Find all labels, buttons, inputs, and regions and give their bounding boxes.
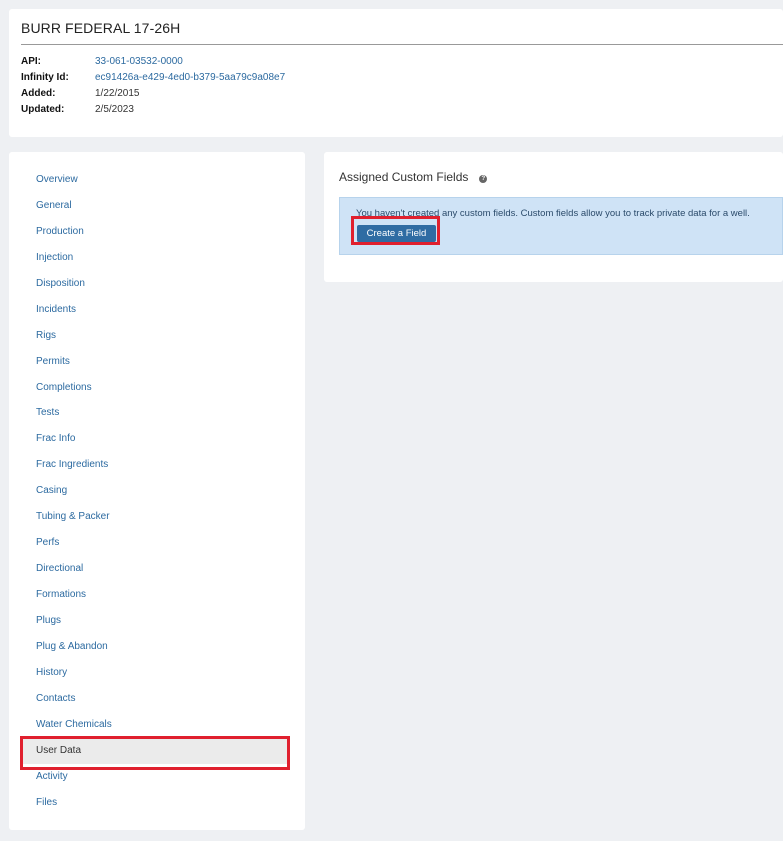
nav-item-plug-abandon[interactable]: Plug & Abandon (21, 634, 289, 660)
section-nav-card: Overview General Production Injection Dispos… (9, 152, 305, 830)
well-header-card: BURR FEDERAL 17-26H API: 33-061-03532-00… (9, 9, 783, 137)
nav-item-disposition[interactable]: Disposition (21, 271, 289, 297)
updated-date: 2/5/2023 (95, 103, 134, 115)
section-nav-list: Overview General Production Injection Dispos… (21, 167, 289, 815)
nav-item-tests[interactable]: Tests (21, 400, 289, 426)
nav-item-formations[interactable]: Formations (21, 582, 289, 608)
meta-row-infinity-id: Infinity Id: ec91426a-e429-4ed0-b379-5aa… (21, 69, 285, 85)
nav-item-overview[interactable]: Overview (21, 167, 289, 193)
create-field-button[interactable]: Create a Field (357, 225, 436, 242)
nav-item-perfs[interactable]: Perfs (21, 530, 289, 556)
question-circle-icon[interactable]: ? (479, 174, 488, 183)
nav-item-production[interactable]: Production (21, 219, 289, 245)
meta-label: Updated: (21, 103, 65, 115)
panel-title: Assigned Custom Fields ? (339, 170, 488, 184)
nav-item-contacts[interactable]: Contacts (21, 686, 289, 712)
meta-label: Infinity Id: (21, 71, 69, 83)
nav-item-frac-ingredients[interactable]: Frac Ingredients (21, 452, 289, 478)
nav-item-history[interactable]: History (21, 660, 289, 686)
nav-item-completions[interactable]: Completions (21, 375, 289, 401)
nav-item-rigs[interactable]: Rigs (21, 323, 289, 349)
panel-title-text: Assigned Custom Fields (339, 170, 469, 184)
meta-label: API: (21, 55, 41, 67)
custom-fields-card: Assigned Custom Fields ? You haven't cre… (324, 152, 783, 282)
info-text: You haven't created any custom fields. C… (356, 208, 750, 219)
nav-item-casing[interactable]: Casing (21, 478, 289, 504)
nav-item-frac-info[interactable]: Frac Info (21, 426, 289, 452)
nav-item-permits[interactable]: Permits (21, 349, 289, 375)
meta-label: Added: (21, 87, 56, 99)
nav-item-water-chemicals[interactable]: Water Chemicals (21, 712, 289, 738)
nav-item-general[interactable]: General (21, 193, 289, 219)
well-title: BURR FEDERAL 17-26H (21, 20, 181, 36)
info-alert: You haven't created any custom fields. C… (339, 197, 783, 255)
nav-item-plugs[interactable]: Plugs (21, 608, 289, 634)
nav-item-files[interactable]: Files (21, 790, 289, 816)
nav-item-tubing-packer[interactable]: Tubing & Packer (21, 504, 289, 530)
nav-item-incidents[interactable]: Incidents (21, 297, 289, 323)
infinity-id-link[interactable]: ec91426a-e429-4ed0-b379-5aa79c9a08e7 (95, 72, 285, 83)
api-link[interactable]: 33-061-03532-0000 (95, 56, 183, 67)
nav-item-injection[interactable]: Injection (21, 245, 289, 271)
well-meta-table: API: 33-061-03532-0000 Infinity Id: ec91… (21, 53, 285, 117)
title-divider (21, 44, 783, 45)
nav-item-directional[interactable]: Directional (21, 556, 289, 582)
added-date: 1/22/2015 (95, 87, 140, 99)
meta-row-api: API: 33-061-03532-0000 (21, 53, 285, 69)
nav-item-activity[interactable]: Activity (21, 764, 289, 790)
nav-item-user-data[interactable]: User Data (21, 737, 289, 764)
meta-row-updated: Updated: 2/5/2023 (21, 101, 285, 117)
meta-row-added: Added: 1/22/2015 (21, 85, 285, 101)
